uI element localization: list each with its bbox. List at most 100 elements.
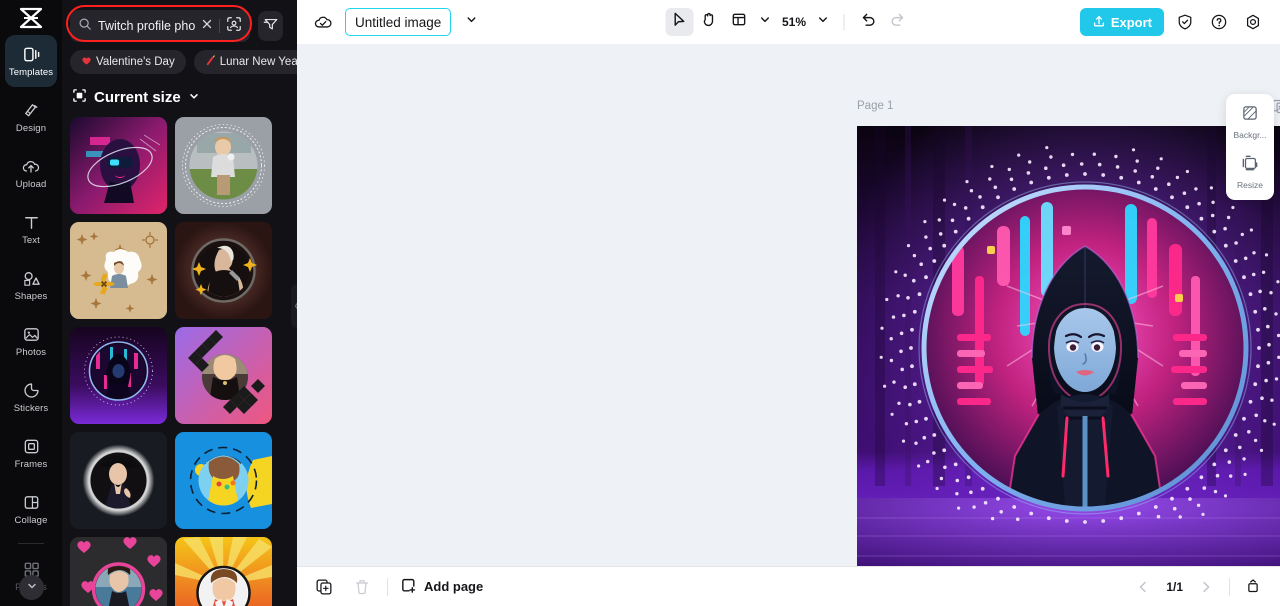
templates-grid <box>62 117 297 606</box>
firecracker-icon <box>205 55 216 69</box>
sidebar-item-label: Design <box>15 123 47 134</box>
template-thumb-purple-neon-hooded-figure[interactable] <box>70 327 167 424</box>
sidebar-item-label: Templates <box>8 67 54 78</box>
close-icon[interactable] <box>201 17 213 35</box>
sidebar-item-label: Collage <box>14 515 48 526</box>
sidebar-item-label: Frames <box>14 459 48 470</box>
layout-tool-button[interactable] <box>725 8 753 36</box>
export-button[interactable]: Export <box>1079 8 1164 36</box>
template-thumb-pink-checkered-circle[interactable] <box>175 327 272 424</box>
add-page-icon <box>400 577 417 597</box>
title-dropdown-button[interactable] <box>461 10 481 34</box>
hand-tool-button[interactable] <box>695 8 723 36</box>
background-button-label: Backgr... <box>1233 130 1267 140</box>
sidebar-item-collage[interactable]: Collage <box>5 483 57 535</box>
top-right-actions: Export <box>1079 8 1266 36</box>
search-input[interactable]: Twitch profile pho <box>70 10 251 42</box>
template-thumb-grey-circle-text-frame[interactable] <box>175 117 272 214</box>
document-title-value: Untitled image <box>355 14 442 30</box>
current-size-label: Current size <box>94 89 181 106</box>
photos-icon <box>22 324 41 344</box>
template-thumb-pink-hearts-frame[interactable] <box>70 537 167 606</box>
text-icon <box>22 212 41 232</box>
cloud-check-icon[interactable] <box>311 10 335 34</box>
export-upload-icon <box>1092 14 1106 31</box>
template-thumb-beige-stars-sunflower[interactable] <box>70 222 167 319</box>
template-thumb-orange-sunburst-circle[interactable] <box>175 537 272 606</box>
neon-hooded-girl-circle-artwork <box>857 126 1280 566</box>
layout-icon <box>730 11 747 33</box>
sidebar-item-design[interactable]: Design <box>5 91 57 143</box>
canvas-page[interactable] <box>857 126 1280 566</box>
export-button-label: Export <box>1110 14 1152 30</box>
redo-button[interactable] <box>884 8 912 36</box>
template-thumb-dark-glow-circle-portrait[interactable] <box>70 432 167 529</box>
crop-size-icon <box>72 88 87 107</box>
layout-dropdown-button[interactable] <box>755 10 775 34</box>
chip-lunar-new-year[interactable]: Lunar New Year <box>193 50 297 74</box>
duplicate-icon[interactable] <box>311 574 337 600</box>
sidebar-item-stickers[interactable]: Stickers <box>5 371 57 423</box>
search-row: Twitch profile pho <box>62 0 297 42</box>
rail-items: Templates Design Upload Text Shapes Phot… <box>0 35 62 606</box>
cursor-arrow-icon <box>670 11 687 33</box>
gear-icon[interactable] <box>1240 9 1266 35</box>
zoom-level-value[interactable]: 51% <box>777 15 811 29</box>
resize-button[interactable]: Resize <box>1228 150 1272 194</box>
background-icon <box>1241 104 1259 127</box>
image-search-icon[interactable] <box>226 16 242 37</box>
template-thumb-neon-vr-portrait[interactable] <box>70 117 167 214</box>
sidebar-item-photos[interactable]: Photos <box>5 315 57 367</box>
category-chips: Valentine's Day Lunar New Year <box>62 42 297 74</box>
chip-label: Lunar New Year <box>219 56 297 68</box>
shapes-icon <box>22 268 41 288</box>
template-thumb-blue-yellow-dashed-circle[interactable] <box>175 432 272 529</box>
sidebar-item-text[interactable]: Text <box>5 203 57 255</box>
sidebar-item-shapes[interactable]: Shapes <box>5 259 57 311</box>
chip-label: Valentine's Day <box>96 56 175 68</box>
bottom-divider <box>387 577 388 596</box>
chevron-right-icon[interactable] <box>1193 574 1219 600</box>
rail-divider <box>18 543 44 544</box>
add-page-label: Add page <box>424 579 484 594</box>
shield-check-icon[interactable] <box>1172 9 1198 35</box>
select-tool-button[interactable] <box>664 8 693 36</box>
question-circle-icon[interactable] <box>1206 9 1232 35</box>
current-size-filter[interactable]: Current size <box>62 74 297 117</box>
chevron-down-icon <box>188 89 200 106</box>
trash-icon[interactable] <box>349 574 375 600</box>
filter-icon <box>263 16 279 37</box>
canvas-side-panel: Backgr... Resize <box>1226 94 1274 200</box>
pages-grid-icon[interactable] <box>1240 574 1266 600</box>
rail-scroll-more-button[interactable] <box>19 575 44 600</box>
stickers-icon <box>22 380 41 400</box>
capcut-logo-icon[interactable] <box>0 0 62 35</box>
undo-button[interactable] <box>854 8 882 36</box>
bottom-divider-2 <box>1229 577 1230 596</box>
panel-collapse-handle[interactable] <box>291 284 297 328</box>
search-divider <box>219 19 221 33</box>
sidebar-item-upload[interactable]: Upload <box>5 147 57 199</box>
main-area: Untitled image 51% Export Page 1 Backgr.… <box>297 0 1280 606</box>
sidebar-item-label: Shapes <box>14 291 48 302</box>
add-page-button[interactable]: Add page <box>400 577 483 597</box>
search-icon <box>78 17 92 36</box>
page-nav: 1/1 <box>1130 574 1266 600</box>
chevron-left-icon[interactable] <box>1130 574 1156 600</box>
document-title-input[interactable]: Untitled image <box>345 8 452 36</box>
chip-valentines-day[interactable]: Valentine's Day <box>70 50 186 74</box>
heart-icon <box>81 55 92 69</box>
canvas-area[interactable]: Page 1 Backgr... Resize <box>297 44 1280 566</box>
sidebar-item-frames[interactable]: Frames <box>5 427 57 479</box>
upload-cloud-icon <box>21 156 41 176</box>
template-thumb-brown-dark-circle-sparkle[interactable] <box>175 222 272 319</box>
filter-button[interactable] <box>258 11 283 41</box>
frames-icon <box>22 436 41 456</box>
zoom-dropdown-button[interactable] <box>813 10 833 34</box>
canvas-tools: 51% <box>664 8 912 36</box>
resize-button-label: Resize <box>1237 180 1263 190</box>
resize-icon <box>1241 154 1259 177</box>
app-root: Templates Design Upload Text Shapes Phot… <box>0 0 1280 606</box>
sidebar-item-templates[interactable]: Templates <box>5 35 57 87</box>
background-button[interactable]: Backgr... <box>1228 100 1272 144</box>
